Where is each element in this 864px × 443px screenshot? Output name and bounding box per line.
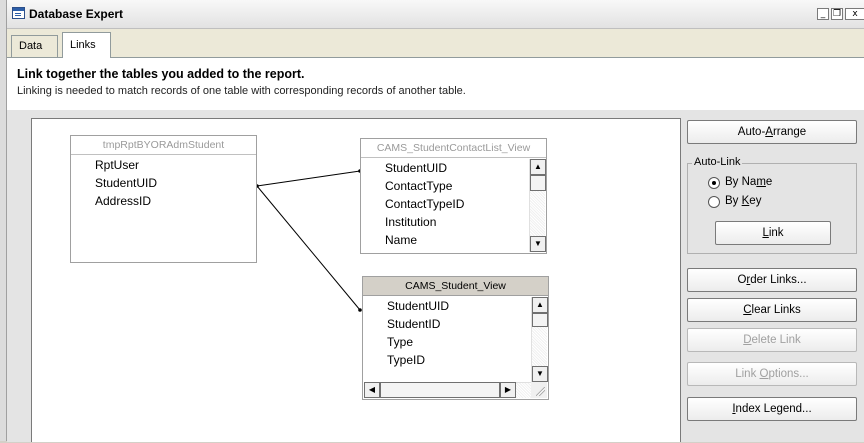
button-label: ndex Legend... <box>735 403 812 415</box>
page-description: Linking is needed to match records of on… <box>17 85 466 97</box>
tab-links[interactable]: Links <box>62 32 111 58</box>
button-label: rrange <box>772 126 807 138</box>
resize-grip-icon[interactable] <box>531 382 547 398</box>
button-label-accesskey: C <box>743 304 752 316</box>
button-label: ink <box>768 227 784 239</box>
vertical-scrollbar[interactable]: ▲ ▼ <box>529 159 546 252</box>
radio-label-text: By <box>725 195 742 207</box>
links-tab-panel: Link together the tables you added to th… <box>7 57 864 442</box>
button-label: Auto- <box>737 126 766 138</box>
scroll-left-arrow-icon[interactable]: ◀ <box>364 382 380 398</box>
scroll-right-arrow-icon[interactable]: ▶ <box>500 382 516 398</box>
tab-data[interactable]: Data <box>11 35 58 57</box>
radio-label-accesskey: m <box>756 176 766 188</box>
field-item[interactable]: RptUser <box>71 156 157 174</box>
left-edge-strip <box>0 0 7 441</box>
field-item[interactable]: StudentUID <box>363 297 531 315</box>
radio-label: By Name <box>725 176 772 188</box>
table-title: tmpRptBYORAdmStudent <box>71 136 256 155</box>
app-window-icon <box>12 7 25 19</box>
button-label: elete Link <box>751 334 801 346</box>
minimize-button[interactable]: _ <box>817 8 829 20</box>
index-legend-button[interactable]: Index Legend... <box>687 397 857 421</box>
scroll-up-arrow-icon[interactable]: ▲ <box>532 297 548 313</box>
radio-unselected-indicator[interactable] <box>708 196 720 208</box>
radio-selected-indicator[interactable] <box>708 177 720 189</box>
page-heading: Link together the tables you added to th… <box>17 67 305 81</box>
link-diagram-canvas[interactable]: tmpRptBYORAdmStudent RptUser StudentUID … <box>31 118 681 442</box>
scroll-thumb[interactable] <box>532 313 548 327</box>
table-title: CAMS_Student_View <box>363 277 548 296</box>
tab-strip: Data Links <box>7 29 864 58</box>
vertical-scrollbar[interactable]: ▲ ▼ <box>531 297 548 382</box>
button-label: lear Links <box>751 304 801 316</box>
button-label: der Links... <box>750 274 807 286</box>
radio-label-text: By Na <box>725 176 757 188</box>
field-item[interactable]: Type <box>363 333 531 351</box>
link-button[interactable]: Link <box>715 221 831 245</box>
table-title: CAMS_StudentContactList_View <box>361 139 546 158</box>
field-item[interactable]: StudentID <box>363 315 531 333</box>
field-item[interactable]: TypeID <box>363 351 531 369</box>
delete-link-button[interactable]: Delete Link <box>687 328 857 352</box>
auto-link-group: Auto-Link By Name By Key Link <box>687 156 857 254</box>
button-label: ptions... <box>768 368 809 380</box>
table-tmprptbyoradmstudent[interactable]: tmpRptBYORAdmStudent RptUser StudentUID … <box>70 135 257 263</box>
restore-button[interactable]: ❐ <box>831 8 843 20</box>
scroll-thumb[interactable] <box>530 175 546 191</box>
auto-link-label: Auto-Link <box>692 156 743 168</box>
table-cams-student-view[interactable]: CAMS_Student_View StudentUID StudentID T… <box>362 276 549 400</box>
button-label-accesskey: D <box>743 334 752 346</box>
button-label: Link <box>735 368 760 380</box>
field-item[interactable]: Name <box>361 231 529 249</box>
link-options-button[interactable]: Link Options... <box>687 362 857 386</box>
clear-links-button[interactable]: Clear Links <box>687 298 857 322</box>
database-expert-window: Database Expert _ ❐ x Data Links Link to… <box>7 0 864 442</box>
table-cams-studentcontactlist-view[interactable]: CAMS_StudentContactList_View StudentUID … <box>360 138 547 254</box>
field-item[interactable]: ContactTypeID <box>361 195 529 213</box>
button-label-accesskey: A <box>765 126 773 138</box>
title-bar[interactable]: Database Expert _ ❐ x <box>7 0 864 29</box>
link-line-student[interactable] <box>256 185 361 311</box>
link-line-contactlist[interactable] <box>256 170 361 187</box>
auto-arrange-button[interactable]: Auto-Arrange <box>687 120 857 144</box>
radio-label: By Key <box>725 195 761 207</box>
scroll-thumb[interactable] <box>380 382 500 398</box>
radio-label-text: e <box>765 176 773 188</box>
field-item[interactable]: StudentUID <box>361 159 529 177</box>
order-links-button[interactable]: Order Links... <box>687 268 857 292</box>
scroll-down-arrow-icon[interactable]: ▼ <box>532 366 548 382</box>
field-item[interactable]: AddressID <box>71 192 157 210</box>
window-title: Database Expert <box>29 7 124 21</box>
close-button[interactable]: x <box>845 8 864 20</box>
field-item[interactable]: Institution <box>361 213 529 231</box>
scroll-down-arrow-icon[interactable]: ▼ <box>530 236 546 252</box>
radio-label-text: ey <box>749 195 762 207</box>
horizontal-scrollbar[interactable]: ◀ ▶ <box>364 382 532 398</box>
scroll-up-arrow-icon[interactable]: ▲ <box>530 159 546 175</box>
field-item[interactable]: StudentUID <box>71 174 157 192</box>
field-item[interactable]: ContactType <box>361 177 529 195</box>
